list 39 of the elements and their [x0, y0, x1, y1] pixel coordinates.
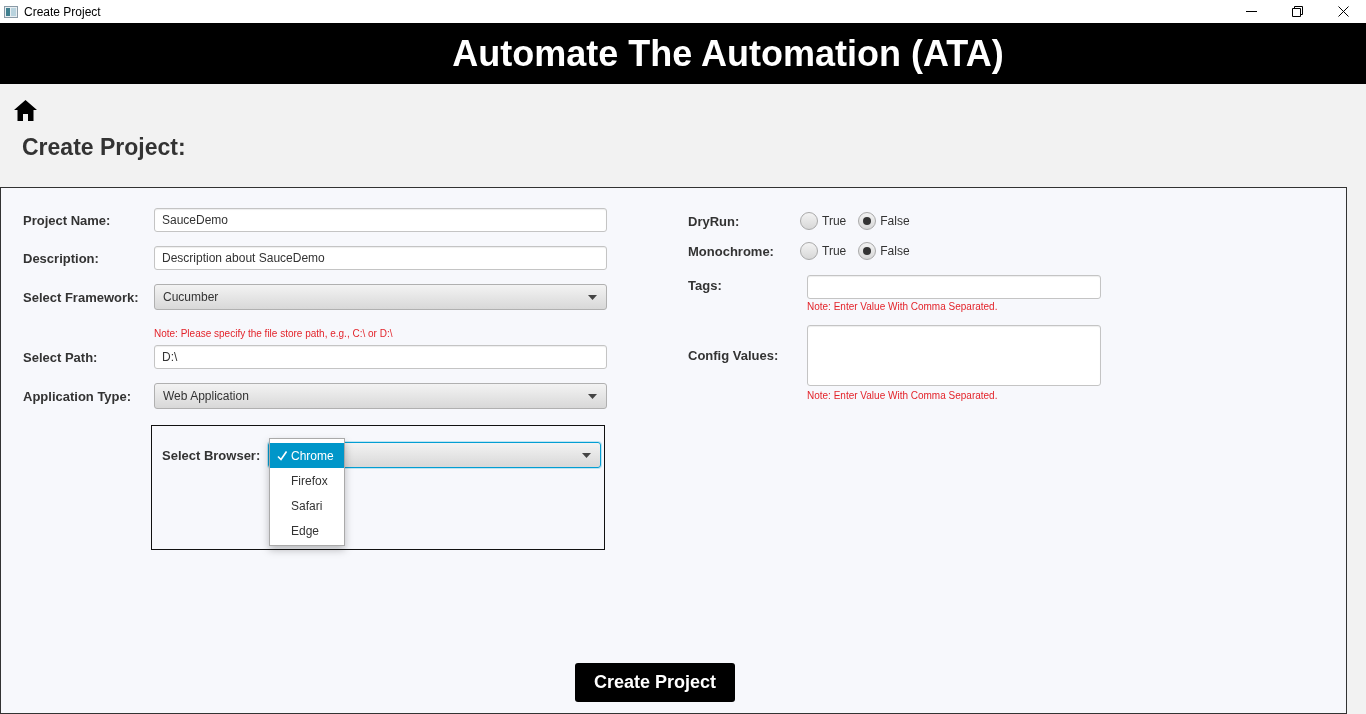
text-area[interactable] [807, 325, 1101, 386]
dropdown[interactable]: Cucumber [154, 284, 607, 310]
check-icon [277, 450, 287, 461]
radio-option[interactable]: False [858, 242, 910, 260]
menu-item[interactable]: Firefox [270, 468, 344, 493]
radio-option[interactable]: True [800, 242, 847, 260]
text-field[interactable]: D:\ [154, 345, 607, 369]
window-title: Create Project [24, 4, 101, 19]
home-icon[interactable] [14, 100, 37, 121]
dropdown[interactable]: Web Application [154, 383, 607, 409]
note-text: Note: Enter Value With Comma Separated. [807, 301, 998, 313]
field-label: Monochrome: [688, 243, 775, 259]
caret-icon [588, 393, 597, 399]
radio-option[interactable]: True [800, 212, 847, 230]
field-label: DryRun: [688, 213, 741, 229]
field-label: Select Path: [23, 349, 99, 365]
menu-item[interactable]: Edge [270, 518, 344, 543]
note-text: Note: Enter Value With Comma Separated. [807, 390, 998, 402]
radio-option[interactable]: False [858, 212, 910, 230]
text-field[interactable]: SauceDemo [154, 208, 607, 232]
close-icon [1337, 6, 1349, 17]
caret-icon [582, 452, 591, 458]
restore-icon [1291, 6, 1303, 17]
create-project-button[interactable]: Create Project [575, 663, 735, 702]
caret-icon [588, 294, 597, 300]
field-label: Tags: [688, 277, 723, 293]
field-label: Select Browser: [162, 447, 262, 463]
text-field[interactable] [807, 275, 1101, 299]
app-title: Automate The Automation (ATA) [452, 32, 1004, 75]
field-label: Description: [23, 250, 100, 266]
field-label: Application Type: [23, 388, 133, 404]
field-label: Select Framework: [23, 289, 140, 305]
text-field[interactable]: Description about SauceDemo [154, 246, 607, 270]
app-icon [4, 5, 18, 18]
field-label: Config Values: [688, 348, 779, 363]
note-text: Note: Please specify the file store path, e.g., C:\ or D:\ [154, 328, 394, 340]
page-title: Create Project: [22, 133, 186, 161]
field-label: Project Name: [23, 212, 112, 228]
menu-item[interactable]: Safari [270, 493, 344, 518]
